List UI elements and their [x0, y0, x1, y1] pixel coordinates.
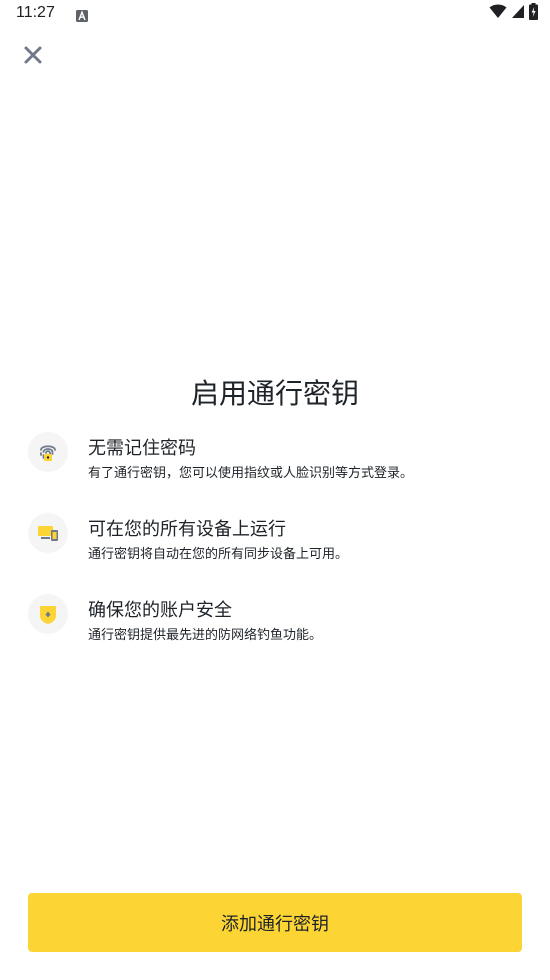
feature-item-no-password: 无需记住密码 有了通行密钥，您可以使用指纹或人脸识别等方式登录。	[28, 432, 528, 492]
close-icon	[24, 46, 42, 64]
status-time: 11:27	[16, 4, 55, 21]
wifi-icon	[489, 3, 507, 23]
feature-description: 通行密钥将自动在您的所有同步设备上可用。	[88, 547, 349, 562]
battery-charging-icon	[529, 2, 538, 24]
status-icons	[489, 2, 538, 24]
feature-title: 无需记住密码	[88, 438, 196, 459]
shield-icon	[28, 594, 68, 634]
status-bar: 11:27	[0, 0, 550, 28]
feature-item-all-devices: 可在您的所有设备上运行 通行密钥将自动在您的所有同步设备上可用。	[28, 513, 528, 573]
feature-description: 有了通行密钥，您可以使用指纹或人脸识别等方式登录。	[88, 466, 414, 481]
feature-item-account-security: 确保您的账户安全 通行密钥提供最先进的防网络钓鱼功能。	[28, 594, 528, 654]
passkey-setup-screen: 11:27 启用通行密钥 无需记住密码 有了通行密钥，您可以使用指纹或人脸识别等…	[0, 0, 550, 980]
close-button[interactable]	[18, 40, 48, 70]
feature-description: 通行密钥提供最先进的防网络钓鱼功能。	[88, 628, 323, 643]
feature-title: 可在您的所有设备上运行	[88, 519, 286, 540]
signal-icon	[511, 3, 525, 23]
fingerprint-icon	[28, 432, 68, 472]
feature-title: 确保您的账户安全	[88, 600, 232, 621]
add-passkey-button[interactable]: 添加通行密钥	[28, 893, 522, 952]
page-title: 启用通行密钥	[190, 377, 359, 410]
devices-icon	[28, 513, 68, 553]
a-notification-icon	[76, 7, 88, 22]
